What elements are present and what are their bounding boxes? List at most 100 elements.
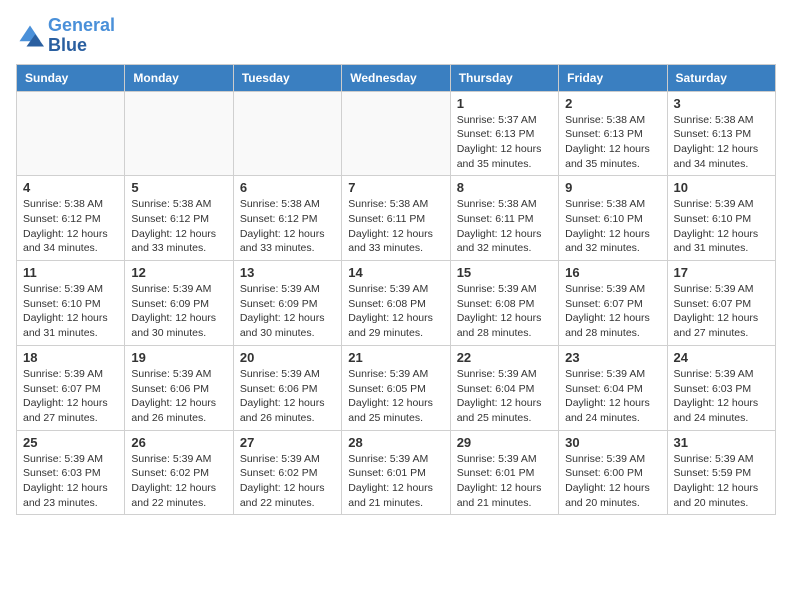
day-info: Sunrise: 5:39 AM Sunset: 6:03 PM Dayligh… [23, 452, 118, 511]
weekday-header-monday: Monday [125, 64, 233, 91]
calendar-week-1: 1 Sunrise: 5:37 AM Sunset: 6:13 PM Daylig… [17, 91, 776, 176]
day-info: Sunrise: 5:39 AM Sunset: 6:08 PM Dayligh… [348, 282, 443, 341]
day-info: Sunrise: 5:39 AM Sunset: 6:07 PM Dayligh… [23, 367, 118, 426]
calendar-cell: 14 Sunrise: 5:39 AM Sunset: 6:08 PM Dayli… [342, 261, 450, 346]
day-info: Sunrise: 5:39 AM Sunset: 6:09 PM Dayligh… [240, 282, 335, 341]
calendar-cell: 19 Sunrise: 5:39 AM Sunset: 6:06 PM Dayli… [125, 345, 233, 430]
calendar-cell: 15 Sunrise: 5:39 AM Sunset: 6:08 PM Dayli… [450, 261, 558, 346]
day-info: Sunrise: 5:38 AM Sunset: 6:10 PM Dayligh… [565, 197, 660, 256]
day-number: 15 [457, 265, 552, 280]
day-number: 26 [131, 435, 226, 450]
calendar-cell: 7 Sunrise: 5:38 AM Sunset: 6:11 PM Daylig… [342, 176, 450, 261]
day-info: Sunrise: 5:37 AM Sunset: 6:13 PM Dayligh… [457, 113, 552, 172]
day-number: 19 [131, 350, 226, 365]
day-info: Sunrise: 5:39 AM Sunset: 6:00 PM Dayligh… [565, 452, 660, 511]
calendar-cell: 13 Sunrise: 5:39 AM Sunset: 6:09 PM Dayli… [233, 261, 341, 346]
calendar-cell: 2Sunrise: 5:38 AM Sunset: 6:13 PM Daylig… [559, 91, 667, 176]
day-number: 28 [348, 435, 443, 450]
calendar-cell: 25 Sunrise: 5:39 AM Sunset: 6:03 PM Dayli… [17, 430, 125, 515]
calendar-cell: 6Sunrise: 5:38 AM Sunset: 6:12 PM Daylig… [233, 176, 341, 261]
calendar-cell: 27 Sunrise: 5:39 AM Sunset: 6:02 PM Dayli… [233, 430, 341, 515]
day-info: Sunrise: 5:39 AM Sunset: 6:07 PM Dayligh… [565, 282, 660, 341]
day-info: Sunrise: 5:39 AM Sunset: 6:10 PM Dayligh… [674, 197, 769, 256]
calendar-cell: 18 Sunrise: 5:39 AM Sunset: 6:07 PM Dayli… [17, 345, 125, 430]
weekday-header-sunday: Sunday [17, 64, 125, 91]
day-number: 5 [131, 180, 226, 195]
day-number: 9 [565, 180, 660, 195]
day-info: Sunrise: 5:38 AM Sunset: 6:12 PM Dayligh… [131, 197, 226, 256]
calendar-cell: 11 Sunrise: 5:39 AM Sunset: 6:10 PM Dayli… [17, 261, 125, 346]
day-number: 3 [674, 96, 769, 111]
day-number: 14 [348, 265, 443, 280]
calendar-week-3: 11 Sunrise: 5:39 AM Sunset: 6:10 PM Dayli… [17, 261, 776, 346]
calendar-cell: 12 Sunrise: 5:39 AM Sunset: 6:09 PM Dayli… [125, 261, 233, 346]
calendar-cell: 17 Sunrise: 5:39 AM Sunset: 6:07 PM Dayli… [667, 261, 775, 346]
calendar-cell: 8Sunrise: 5:38 AM Sunset: 6:11 PM Daylig… [450, 176, 558, 261]
calendar-week-2: 4 Sunrise: 5:38 AM Sunset: 6:12 PM Daylig… [17, 176, 776, 261]
logo: General Blue [16, 16, 115, 56]
day-number: 11 [23, 265, 118, 280]
page-header: General Blue [16, 16, 776, 56]
calendar-cell: 30 Sunrise: 5:39 AM Sunset: 6:00 PM Dayli… [559, 430, 667, 515]
day-info: Sunrise: 5:39 AM Sunset: 6:03 PM Dayligh… [674, 367, 769, 426]
day-info: Sunrise: 5:38 AM Sunset: 6:11 PM Dayligh… [348, 197, 443, 256]
day-info: Sunrise: 5:39 AM Sunset: 6:10 PM Dayligh… [23, 282, 118, 341]
calendar-cell [17, 91, 125, 176]
calendar-cell: 1 Sunrise: 5:37 AM Sunset: 6:13 PM Daylig… [450, 91, 558, 176]
calendar-cell: 28Sunrise: 5:39 AM Sunset: 6:01 PM Dayli… [342, 430, 450, 515]
day-number: 29 [457, 435, 552, 450]
calendar-cell: 3Sunrise: 5:38 AM Sunset: 6:13 PM Daylig… [667, 91, 775, 176]
day-number: 10 [674, 180, 769, 195]
day-number: 18 [23, 350, 118, 365]
day-info: Sunrise: 5:39 AM Sunset: 5:59 PM Dayligh… [674, 452, 769, 511]
logo-text: General Blue [48, 16, 115, 56]
day-number: 23 [565, 350, 660, 365]
day-info: Sunrise: 5:39 AM Sunset: 6:02 PM Dayligh… [240, 452, 335, 511]
day-number: 20 [240, 350, 335, 365]
day-number: 24 [674, 350, 769, 365]
day-number: 17 [674, 265, 769, 280]
calendar-week-5: 25 Sunrise: 5:39 AM Sunset: 6:03 PM Dayli… [17, 430, 776, 515]
calendar-cell: 26 Sunrise: 5:39 AM Sunset: 6:02 PM Dayli… [125, 430, 233, 515]
day-info: Sunrise: 5:39 AM Sunset: 6:08 PM Dayligh… [457, 282, 552, 341]
calendar-week-4: 18 Sunrise: 5:39 AM Sunset: 6:07 PM Dayli… [17, 345, 776, 430]
day-number: 8 [457, 180, 552, 195]
day-info: Sunrise: 5:39 AM Sunset: 6:04 PM Dayligh… [565, 367, 660, 426]
calendar-cell: 23 Sunrise: 5:39 AM Sunset: 6:04 PM Dayli… [559, 345, 667, 430]
calendar-cell: 21Sunrise: 5:39 AM Sunset: 6:05 PM Dayli… [342, 345, 450, 430]
day-number: 7 [348, 180, 443, 195]
day-number: 27 [240, 435, 335, 450]
calendar-cell: 5 Sunrise: 5:38 AM Sunset: 6:12 PM Daylig… [125, 176, 233, 261]
day-info: Sunrise: 5:39 AM Sunset: 6:02 PM Dayligh… [131, 452, 226, 511]
day-info: Sunrise: 5:39 AM Sunset: 6:01 PM Dayligh… [457, 452, 552, 511]
day-number: 16 [565, 265, 660, 280]
weekday-header-thursday: Thursday [450, 64, 558, 91]
day-info: Sunrise: 5:39 AM Sunset: 6:09 PM Dayligh… [131, 282, 226, 341]
calendar-cell: 20Sunrise: 5:39 AM Sunset: 6:06 PM Dayli… [233, 345, 341, 430]
day-info: Sunrise: 5:39 AM Sunset: 6:07 PM Dayligh… [674, 282, 769, 341]
calendar-cell: 10 Sunrise: 5:39 AM Sunset: 6:10 PM Dayli… [667, 176, 775, 261]
calendar-cell [125, 91, 233, 176]
calendar-cell: 24 Sunrise: 5:39 AM Sunset: 6:03 PM Dayli… [667, 345, 775, 430]
day-number: 1 [457, 96, 552, 111]
day-number: 12 [131, 265, 226, 280]
day-number: 25 [23, 435, 118, 450]
day-info: Sunrise: 5:38 AM Sunset: 6:12 PM Dayligh… [240, 197, 335, 256]
calendar-cell: 31 Sunrise: 5:39 AM Sunset: 5:59 PM Dayli… [667, 430, 775, 515]
weekday-header-tuesday: Tuesday [233, 64, 341, 91]
calendar-cell: 4Sunrise: 5:38 AM Sunset: 6:12 PM Daylig… [17, 176, 125, 261]
calendar-cell: 29 Sunrise: 5:39 AM Sunset: 6:01 PM Dayli… [450, 430, 558, 515]
day-number: 30 [565, 435, 660, 450]
calendar-cell: 9 Sunrise: 5:38 AM Sunset: 6:10 PM Daylig… [559, 176, 667, 261]
calendar-cell [233, 91, 341, 176]
day-number: 31 [674, 435, 769, 450]
day-info: Sunrise: 5:38 AM Sunset: 6:13 PM Dayligh… [565, 113, 660, 172]
day-number: 22 [457, 350, 552, 365]
day-number: 4 [23, 180, 118, 195]
day-info: Sunrise: 5:39 AM Sunset: 6:05 PM Dayligh… [348, 367, 443, 426]
day-info: Sunrise: 5:39 AM Sunset: 6:06 PM Dayligh… [131, 367, 226, 426]
logo-icon [16, 22, 44, 50]
calendar-table: SundayMondayTuesdayWednesdayThursdayFrid… [16, 64, 776, 516]
calendar-cell [342, 91, 450, 176]
day-number: 13 [240, 265, 335, 280]
